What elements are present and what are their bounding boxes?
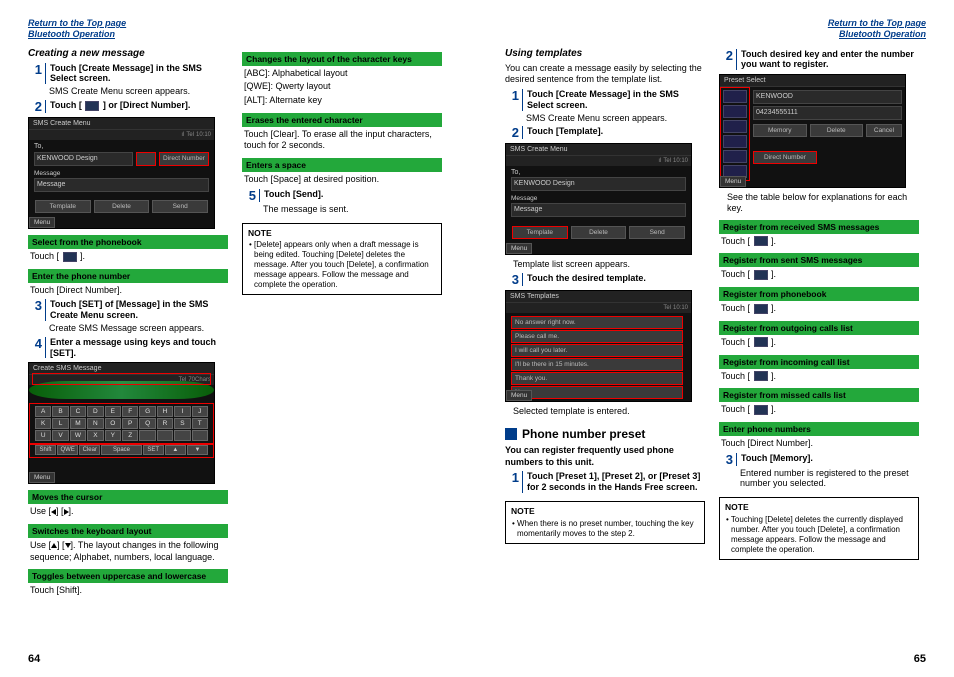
page-header: Return to the Top page Bluetooth Operati…	[505, 18, 926, 40]
return-link[interactable]: Return to the Top page	[828, 18, 926, 28]
received-sms-icon	[754, 236, 768, 246]
step-5: 5 Touch [Send].	[242, 189, 442, 202]
phonebook-btn[interactable]	[136, 152, 156, 166]
note-box-preset-2: NOTE • Touching [Delete] deletes the cur…	[719, 497, 919, 560]
col-a: Creating a new message 1 Touch [Create M…	[28, 46, 228, 663]
screenshot-sms-menu-1: SMS Create Menu ılTel10:10 To, KENWOOD D…	[28, 117, 215, 229]
missed-icon	[754, 405, 768, 415]
right-icon	[64, 509, 69, 515]
phonebook-icon	[754, 304, 768, 314]
direct-number-btn[interactable]: Direct Number	[159, 152, 209, 166]
phonebook-icon	[63, 252, 77, 262]
page-header: Return to the Top page Bluetooth Operati…	[28, 18, 449, 40]
step-3: 3 Touch [SET] of [Message] in the SMS Cr…	[28, 299, 228, 321]
col-c: Using templates You can create a message…	[505, 46, 705, 663]
section-link[interactable]: Bluetooth Operation	[28, 29, 449, 40]
left-icon	[51, 509, 56, 515]
page-number: 64	[28, 653, 40, 665]
direct-number-btn[interactable]: Direct Number	[753, 151, 817, 164]
screenshot-keyboard: Create SMS Message Tel70Chars ABCDEFGHIJ…	[28, 362, 215, 484]
heading-templates: Using templates	[505, 48, 705, 59]
incoming-icon	[754, 371, 768, 381]
preset-side-list[interactable]	[720, 87, 750, 181]
down-icon	[65, 543, 71, 548]
step-1: 1 Touch [Create Message] in the SMS Sele…	[28, 63, 228, 85]
square-icon	[505, 428, 517, 440]
note-box-preset-1: NOTE • When there is no preset number, t…	[505, 501, 705, 544]
screenshot-preset: Preset Select KENWOOD 04234555111 Memory…	[719, 74, 906, 188]
up-icon	[51, 543, 57, 548]
keyboard-keys[interactable]: ABCDEFGHIJ KLMNOPQRST UVWXYZ	[29, 403, 214, 444]
step-4: 4 Enter a message using keys and touch […	[28, 337, 228, 359]
screenshot-templates: SMS Templates Tel10:10 No answer right n…	[505, 290, 692, 402]
section-link[interactable]: Bluetooth Operation	[505, 29, 926, 40]
page-65: Return to the Top page Bluetooth Operati…	[477, 0, 954, 677]
step-2: 2 Touch [ ] or [Direct Number].	[28, 100, 228, 113]
note-box-1: NOTE • [Delete] appears only when a draf…	[242, 223, 442, 296]
col-d: 2Touch desired key and enter the number …	[719, 46, 919, 663]
page-number: 65	[914, 653, 926, 665]
outgoing-icon	[754, 337, 768, 347]
sent-sms-icon	[754, 270, 768, 280]
phonebook-icon	[85, 101, 99, 111]
return-link[interactable]: Return to the Top page	[28, 18, 126, 28]
screenshot-sms-menu-2: SMS Create Menu ılTel10:10 To, KENWOOD D…	[505, 143, 692, 255]
col-b: Changes the layout of the character keys…	[242, 46, 442, 663]
section-phone-preset: Phone number preset	[505, 427, 705, 441]
heading-creating: Creating a new message	[28, 48, 228, 59]
template-btn[interactable]: Template	[512, 226, 568, 239]
page-64: Return to the Top page Bluetooth Operati…	[0, 0, 477, 677]
